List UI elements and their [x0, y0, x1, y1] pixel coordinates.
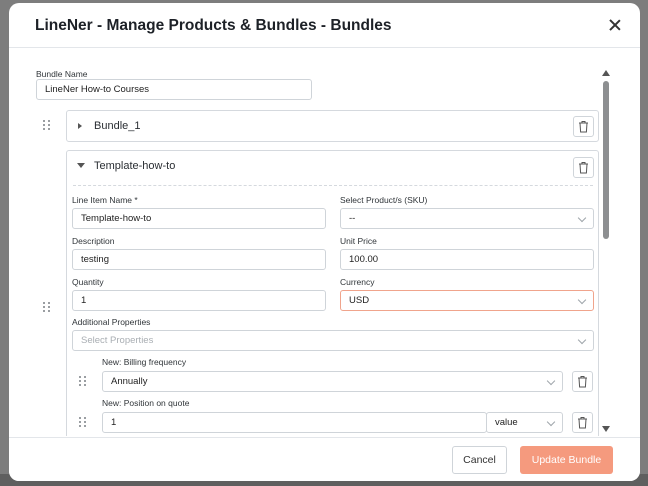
modal-title: LineNer - Manage Products & Bundles - Bu… [35, 17, 392, 34]
chevron-down-icon [546, 376, 556, 386]
drag-handle-icon[interactable] [79, 376, 87, 387]
additional-properties-placeholder: Select Properties [81, 335, 154, 346]
bundle-title: Template-how-to [94, 160, 176, 172]
position-on-quote-input[interactable]: 1 [102, 412, 487, 433]
additional-properties-label: Additional Properties [72, 317, 151, 327]
delete-bundle-button[interactable] [573, 116, 594, 137]
currency-select[interactable]: USD [340, 290, 594, 311]
scrollbar-thumb[interactable] [603, 81, 609, 239]
drag-handle-icon[interactable] [79, 417, 87, 428]
chevron-down-icon [577, 213, 587, 223]
property-label: New: Position on quote [102, 398, 190, 408]
unit-price-input[interactable]: 100.00 [340, 249, 594, 270]
line-item-name-input[interactable]: Template-how-to [72, 208, 326, 229]
billing-frequency-select[interactable]: Annually [102, 371, 563, 392]
close-icon[interactable] [606, 16, 624, 34]
bundle-card-collapsed[interactable]: Bundle_1 [66, 110, 599, 142]
chevron-down-icon [546, 417, 556, 427]
trash-icon [579, 121, 588, 133]
property-type-select[interactable]: value [486, 412, 563, 433]
expand-caret-icon[interactable] [78, 123, 82, 129]
billing-frequency-value: Annually [111, 376, 148, 387]
modal-footer: Cancel Update Bundle [9, 437, 640, 481]
drag-handle-icon[interactable] [43, 302, 51, 313]
scrollbar[interactable] [602, 70, 610, 432]
update-bundle-button[interactable]: Update Bundle [520, 446, 613, 474]
trash-icon [578, 417, 587, 429]
cancel-button[interactable]: Cancel [452, 446, 507, 474]
chevron-down-icon [577, 295, 587, 305]
product-select-value: -- [349, 213, 356, 224]
bundle-name-input[interactable]: LineNer How-to Courses [36, 79, 312, 100]
scroll-up-arrow-icon[interactable] [602, 70, 610, 76]
scroll-down-arrow-icon[interactable] [602, 426, 610, 432]
bundle-modal: LineNer - Manage Products & Bundles - Bu… [9, 3, 640, 481]
delete-property-button[interactable] [572, 371, 593, 392]
quantity-label: Quantity [72, 277, 104, 287]
chevron-down-icon [577, 335, 587, 345]
bundle-name-label: Bundle Name [36, 69, 88, 79]
delete-bundle-button[interactable] [573, 157, 594, 178]
collapse-caret-icon[interactable] [77, 163, 85, 168]
unit-price-label: Unit Price [340, 236, 377, 246]
trash-icon [578, 376, 587, 388]
property-label: New: Billing frequency [102, 357, 187, 367]
description-label: Description [72, 236, 115, 246]
line-item-name-label: Line Item Name * [72, 195, 138, 205]
additional-properties-select[interactable]: Select Properties [72, 330, 594, 351]
divider [73, 185, 593, 186]
trash-icon [579, 162, 588, 174]
currency-select-value: USD [349, 295, 370, 306]
description-input[interactable]: testing [72, 249, 326, 270]
modal-body[interactable]: Bundle Name LineNer How-to Courses Bundl… [9, 49, 640, 436]
property-type-value: value [495, 417, 518, 428]
quantity-input[interactable]: 1 [72, 290, 326, 311]
drag-handle-icon[interactable] [43, 120, 51, 131]
product-select[interactable]: -- [340, 208, 594, 229]
currency-label: Currency [340, 277, 375, 287]
bundle-title: Bundle_1 [94, 120, 141, 132]
modal-header: LineNer - Manage Products & Bundles - Bu… [9, 3, 640, 48]
product-select-label: Select Product/s (SKU) [340, 195, 428, 205]
delete-property-button[interactable] [572, 412, 593, 433]
